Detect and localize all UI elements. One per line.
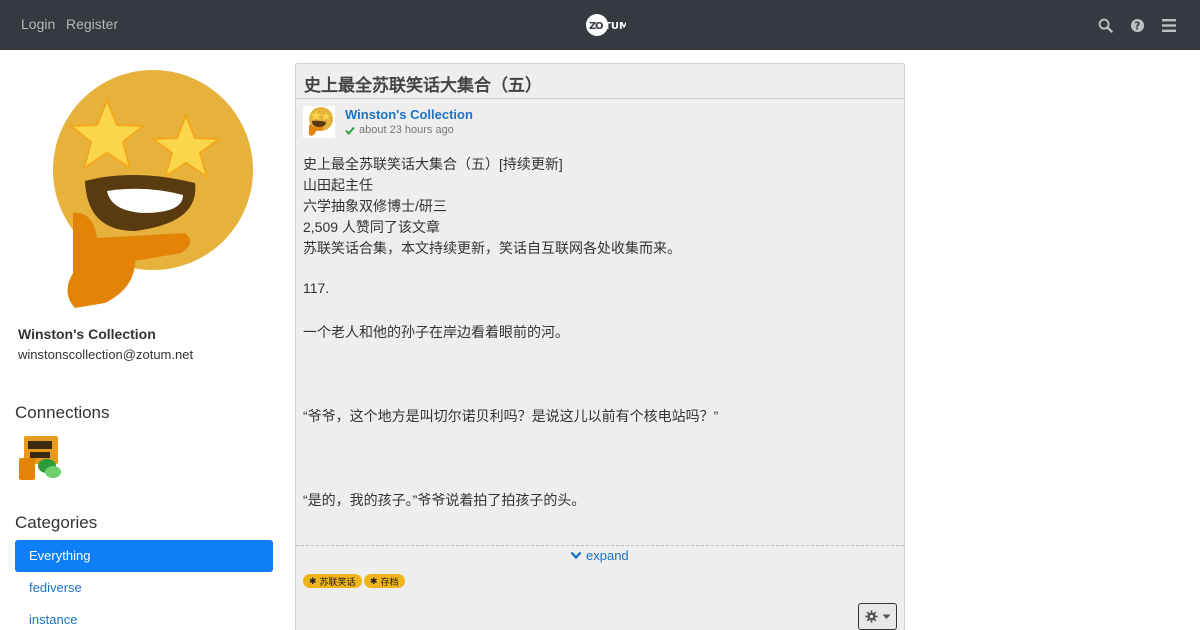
- post-body-line: “是的，我的孩子。”爷爷说着拍了拍孩子的头。: [303, 492, 586, 508]
- post-time-label: about 23 hours ago: [359, 124, 454, 136]
- post-body-line: 117.: [303, 280, 330, 296]
- menu-icon[interactable]: [1158, 14, 1180, 36]
- post-header: 史上最全苏联笑话大集合（五）: [296, 64, 904, 99]
- gear-icon: [864, 610, 878, 623]
- category-everything[interactable]: Everything: [15, 540, 273, 572]
- top-navbar: Login Register Z O TUM ?: [0, 0, 1200, 50]
- brand-logo[interactable]: Z O TUM: [586, 13, 626, 37]
- author-avatar[interactable]: [303, 106, 335, 138]
- profile-name: Winston's Collection: [18, 326, 156, 342]
- categories-heading: Categories: [15, 513, 98, 532]
- caret-down-icon: [882, 614, 890, 619]
- expand-button[interactable]: expand: [570, 548, 629, 563]
- post-body-line: 六学抽象双修博士/研三: [303, 198, 447, 214]
- chevron-down-icon: [570, 551, 582, 560]
- profile-photo[interactable]: [15, 63, 272, 320]
- tag-label: 存档: [380, 577, 399, 587]
- post-settings-button[interactable]: [858, 603, 897, 630]
- svg-text:?: ?: [1134, 20, 1140, 32]
- verified-check-icon: [345, 126, 355, 135]
- expand-label: expand: [586, 548, 629, 563]
- author-name[interactable]: Winston's Collection: [345, 107, 473, 122]
- login-link[interactable]: Login: [21, 16, 55, 32]
- asterisk-icon: ✱: [370, 576, 378, 586]
- profile-address: winstonscollection@zotum.net: [18, 347, 194, 362]
- tag-badge[interactable]: ✱ 苏联笑话: [303, 574, 362, 588]
- help-icon[interactable]: ?: [1126, 14, 1148, 36]
- post-body-line: 一个老人和他的孙子在岸边看着眼前的河。: [303, 324, 569, 340]
- zotum-logo-icon: Z O TUM: [586, 14, 626, 36]
- register-link[interactable]: Register: [66, 16, 118, 32]
- connections-heading: Connections: [15, 403, 110, 422]
- connection-avatar[interactable]: [17, 436, 61, 480]
- post-body-line: “爷爷，这个地方是叫切尔诺贝利吗？是说这儿以前有个核电站吗？”: [303, 408, 719, 424]
- search-icon[interactable]: [1094, 14, 1116, 36]
- tag-label: 苏联笑话: [319, 577, 356, 587]
- post-body-line: 史上最全苏联笑话大集合（五）[持续更新]: [303, 156, 563, 172]
- svg-text:TUM: TUM: [604, 21, 626, 32]
- svg-text:O: O: [595, 21, 604, 32]
- post-time: about 23 hours ago: [345, 124, 454, 136]
- post-body-line: 2,509 人赞同了该文章: [303, 219, 440, 235]
- asterisk-icon: ✱: [309, 576, 317, 586]
- post-title[interactable]: 史上最全苏联笑话大集合（五）: [304, 71, 542, 96]
- post-body-line: 山田起主任: [303, 177, 373, 193]
- category-fediverse[interactable]: fediverse: [15, 572, 273, 604]
- post-card: 史上最全苏联笑话大集合（五） Winston's Collection abou…: [295, 63, 905, 630]
- tag-badge[interactable]: ✱ 存档: [364, 574, 405, 588]
- category-instance[interactable]: instance: [15, 604, 273, 630]
- post-body-line: 苏联笑话合集，本文持续更新，笑话自互联网各处收集而来。: [303, 240, 681, 256]
